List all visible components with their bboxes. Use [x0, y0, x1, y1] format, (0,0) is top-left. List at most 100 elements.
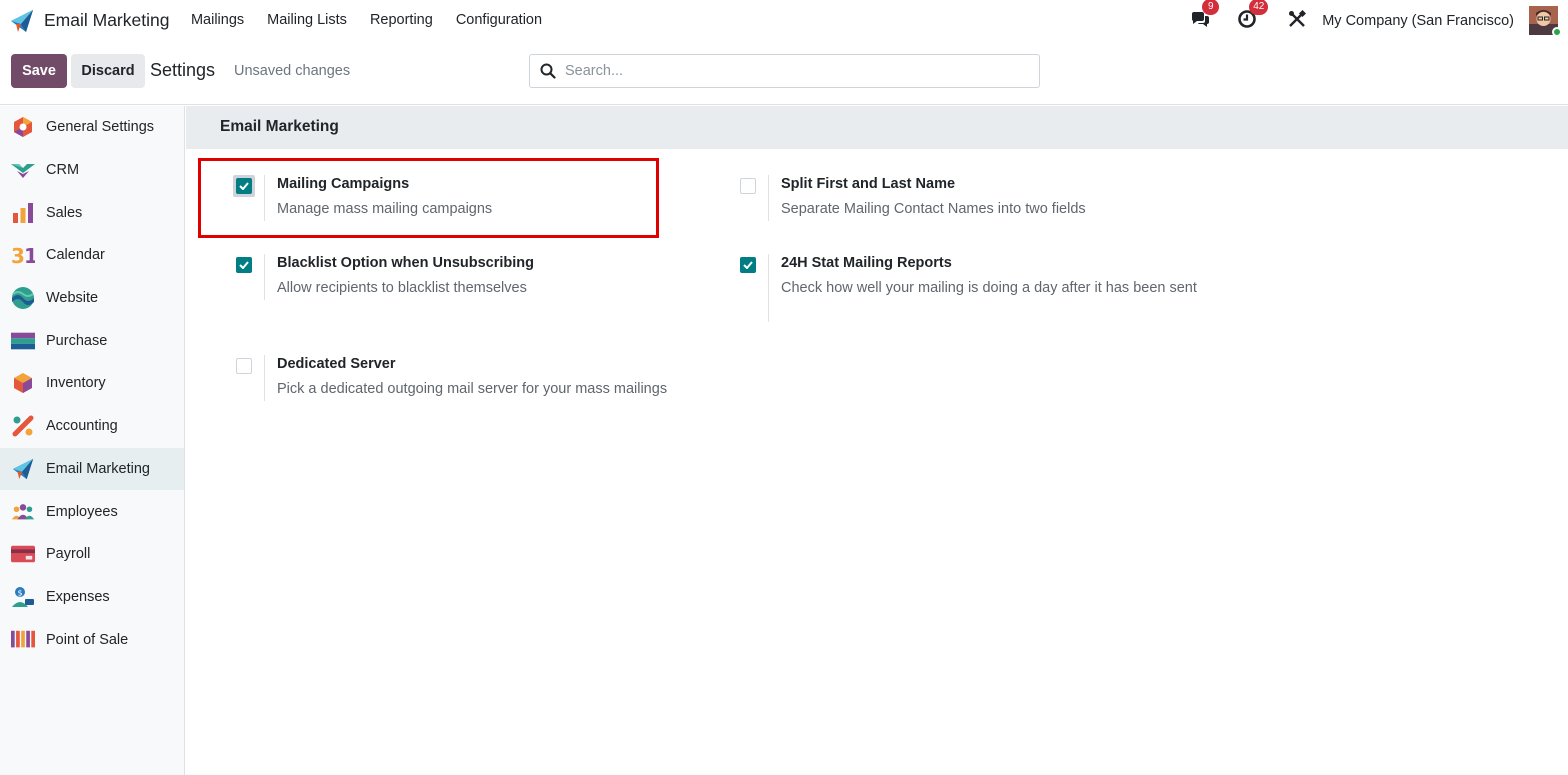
- sidebar-item-purchase[interactable]: Purchase: [0, 319, 184, 362]
- sidebar-item-general-settings[interactable]: General Settings: [0, 106, 184, 149]
- main-menu: Mailings Mailing Lists Reporting Configu…: [179, 0, 553, 41]
- sidebar-item-website[interactable]: Website: [0, 277, 184, 320]
- sidebar-item-sales[interactable]: Sales: [0, 191, 184, 234]
- sidebar-item-point-of-sale[interactable]: Point of Sale: [0, 618, 184, 661]
- activities-badge: 42: [1249, 0, 1269, 15]
- setting-24h-stat-reports: 24H Stat Mailing Reports Check how well …: [737, 254, 1217, 324]
- accounting-icon: [11, 414, 35, 438]
- settings-app-sidebar: General Settings CRM Sales 3 1 Calendar …: [0, 106, 185, 775]
- svg-text:$: $: [18, 588, 23, 597]
- setting-description: Separate Mailing Contact Names into two …: [781, 201, 1086, 217]
- setting-dedicated-server: Dedicated Server Pick a dedicated outgoi…: [233, 355, 713, 405]
- calendar-icon: 3 1: [11, 243, 35, 267]
- checkbox-wrap: [233, 254, 255, 276]
- setting-description: Manage mass mailing campaigns: [277, 201, 493, 217]
- sidebar-item-label: Payroll: [46, 546, 91, 563]
- app-brand[interactable]: Email Marketing: [9, 0, 169, 41]
- settings-content: Email Marketing Mailing Campaigns Manage…: [186, 106, 1568, 775]
- employees-icon: [11, 500, 35, 524]
- purchase-icon: [11, 329, 35, 353]
- sidebar-item-label: General Settings: [46, 119, 155, 136]
- unsaved-changes-indicator: Unsaved changes: [234, 63, 351, 79]
- sidebar-item-label: Employees: [46, 503, 118, 520]
- messages-button[interactable]: 9: [1189, 0, 1220, 32]
- sidebar-item-inventory[interactable]: Inventory: [0, 362, 184, 405]
- setting-blacklist-option: Blacklist Option when Unsubscribing Allo…: [233, 254, 713, 304]
- sidebar-item-payroll[interactable]: Payroll: [0, 533, 184, 576]
- sidebar-item-label: Inventory: [46, 375, 106, 392]
- checkbox-wrap: [737, 254, 759, 276]
- split-name-checkbox[interactable]: [740, 178, 756, 194]
- online-status-dot: [1552, 27, 1562, 37]
- debug-tools-button[interactable]: [1286, 9, 1308, 32]
- svg-text:3: 3: [11, 244, 25, 266]
- inventory-icon: [11, 371, 35, 395]
- setting-description: Pick a dedicated outgoing mail server fo…: [277, 381, 668, 397]
- sidebar-item-employees[interactable]: Employees: [0, 490, 184, 533]
- sidebar-item-crm[interactable]: CRM: [0, 149, 184, 192]
- checkbox-wrap: [233, 355, 255, 377]
- setting-title: Mailing Campaigns: [277, 176, 410, 192]
- sidebar-item-label: Website: [46, 290, 99, 307]
- checkmark-icon: [743, 261, 753, 269]
- email-marketing-paper-plane-icon: [9, 8, 35, 34]
- section-header: Email Marketing: [186, 106, 1568, 149]
- sidebar-item-label: Expenses: [46, 588, 110, 605]
- save-button[interactable]: Save: [11, 54, 67, 88]
- menu-mailings[interactable]: Mailings: [179, 0, 255, 41]
- checkbox-wrap: [737, 175, 759, 197]
- discard-button[interactable]: Discard: [71, 54, 145, 88]
- sidebar-item-label: CRM: [46, 162, 80, 179]
- crm-icon: [11, 158, 35, 182]
- svg-text:1: 1: [24, 244, 35, 266]
- page-title: Settings: [150, 60, 216, 80]
- setting-title: Dedicated Server: [277, 356, 396, 372]
- sidebar-item-label: Email Marketing: [46, 460, 150, 477]
- checkmark-icon: [239, 261, 249, 269]
- systray: 9 42 My Company (San Francisco): [1189, 0, 1568, 41]
- sidebar-item-email-marketing[interactable]: Email Marketing: [0, 447, 184, 491]
- setting-divider: [768, 254, 769, 322]
- setting-title: Split First and Last Name: [781, 176, 956, 192]
- tools-icon: [1288, 9, 1307, 31]
- company-switcher[interactable]: My Company (San Francisco): [1322, 13, 1514, 29]
- mailing-campaigns-checkbox[interactable]: [236, 178, 252, 194]
- app-title[interactable]: Email Marketing: [44, 10, 169, 31]
- sidebar-item-expenses[interactable]: $ Expenses: [0, 576, 184, 619]
- setting-divider: [768, 175, 769, 221]
- checkmark-icon: [239, 182, 249, 190]
- top-navbar: Email Marketing Mailings Mailing Lists R…: [0, 0, 1568, 41]
- sidebar-item-calendar[interactable]: 3 1 Calendar: [0, 234, 184, 277]
- user-avatar[interactable]: [1529, 6, 1562, 37]
- setting-title: Blacklist Option when Unsubscribing: [277, 255, 534, 271]
- menu-mailing-lists[interactable]: Mailing Lists: [256, 0, 359, 41]
- menu-configuration[interactable]: Configuration: [444, 0, 553, 41]
- menu-reporting[interactable]: Reporting: [358, 0, 444, 41]
- point-of-sale-icon: [11, 628, 35, 652]
- control-panel: Save Discard Settings Unsaved changes: [0, 41, 1568, 105]
- email-marketing-icon: [11, 457, 35, 481]
- setting-title: 24H Stat Mailing Reports: [781, 255, 952, 271]
- search-icon: [540, 62, 558, 80]
- search-bar[interactable]: [529, 54, 1040, 88]
- checkbox-focus: [233, 175, 255, 197]
- sales-icon: [11, 201, 35, 225]
- setting-split-name: Split First and Last Name Separate Maili…: [737, 175, 1217, 225]
- sidebar-item-accounting[interactable]: Accounting: [0, 405, 184, 448]
- blacklist-option-checkbox[interactable]: [236, 257, 252, 273]
- sidebar-item-label: Calendar: [46, 247, 105, 264]
- general-settings-icon: [11, 115, 35, 139]
- activities-button[interactable]: 42: [1236, 0, 1269, 32]
- sidebar-item-label: Sales: [46, 204, 83, 221]
- setting-mailing-campaigns: Mailing Campaigns Manage mass mailing ca…: [233, 175, 713, 225]
- expenses-icon: $: [11, 585, 35, 609]
- dedicated-server-checkbox[interactable]: [236, 358, 252, 374]
- setting-description: Allow recipients to blacklist themselves: [277, 280, 527, 296]
- setting-divider: [264, 254, 265, 300]
- search-input[interactable]: [565, 63, 1005, 79]
- setting-description: Check how well your mailing is doing a d…: [781, 280, 1197, 296]
- payroll-icon: [11, 542, 35, 566]
- 24h-stat-reports-checkbox[interactable]: [740, 257, 756, 273]
- setting-divider: [264, 175, 265, 221]
- messages-badge: 9: [1202, 0, 1220, 15]
